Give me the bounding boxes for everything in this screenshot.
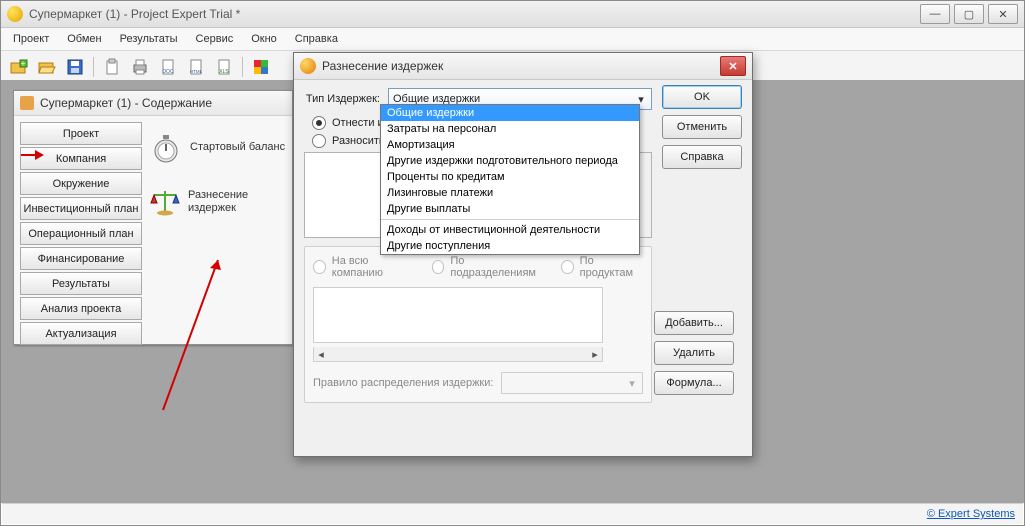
nav-analysis[interactable]: Анализ проекта	[20, 297, 142, 320]
content-window-icon	[20, 96, 34, 110]
dropdown-option[interactable]: Другие поступления	[381, 238, 639, 254]
puzzle-icon[interactable]	[249, 55, 273, 79]
cost-type-label: Тип Издержек:	[304, 93, 380, 105]
scope-company-label: На всю компанию	[332, 255, 414, 279]
dialog-titlebar: Разнесение издержек ✕	[294, 53, 752, 80]
menu-results[interactable]: Результаты	[112, 31, 186, 47]
doc-icon[interactable]: DOC	[156, 55, 180, 79]
clipboard-icon[interactable]	[100, 55, 124, 79]
cost-allocation-dialog: Разнесение издержек ✕ OK Отменить Справк…	[293, 52, 753, 457]
app-icon	[7, 6, 23, 22]
content-window-title-text: Супермаркет (1) - Содержание	[40, 96, 212, 110]
scope-products[interactable]: По продуктам	[561, 255, 643, 279]
scope-products-label: По продуктам	[580, 255, 643, 279]
svg-text:XLS: XLS	[219, 69, 229, 75]
menu-project[interactable]: Проект	[5, 31, 57, 47]
statusbar: © Expert Systems	[2, 503, 1023, 524]
nav-project[interactable]: Проект	[20, 122, 142, 145]
nav-results[interactable]: Результаты	[20, 272, 142, 295]
app-window: Супермаркет (1) - Project Expert Trial *…	[0, 0, 1025, 526]
h-scrollbar[interactable]: ◂ ▸	[313, 347, 603, 362]
titlebar: Супермаркет (1) - Project Expert Trial *…	[1, 1, 1024, 28]
help-button[interactable]: Справка	[662, 145, 742, 169]
menu-service[interactable]: Сервис	[188, 31, 242, 47]
dropdown-option[interactable]: Другие выплаты	[381, 201, 639, 217]
scales-icon	[148, 184, 182, 220]
xls-icon[interactable]: XLS	[212, 55, 236, 79]
rule-label: Правило распределения издержки:	[313, 377, 493, 389]
new-folder-icon[interactable]: +	[7, 55, 31, 79]
dialog-close-button[interactable]: ✕	[720, 56, 746, 76]
nav-actualization[interactable]: Актуализация	[20, 322, 142, 345]
dropdown-option[interactable]: Проценты по кредитам	[381, 169, 639, 185]
nav-investment-plan[interactable]: Инвестиционный план	[20, 197, 142, 220]
cancel-button[interactable]: Отменить	[662, 115, 742, 139]
svg-text:DOC: DOC	[162, 69, 174, 75]
svg-text:+: +	[21, 59, 26, 68]
open-folder-icon[interactable]	[35, 55, 59, 79]
chevron-down-icon: ▾	[624, 375, 640, 391]
nav-operational-plan[interactable]: Операционный план	[20, 222, 142, 245]
nav-financing[interactable]: Финансирование	[20, 247, 142, 270]
dropdown-option[interactable]: Общие издержки	[381, 105, 639, 121]
cost-type-dropdown[interactable]: Общие издержки Затраты на персонал Аморт…	[380, 104, 640, 255]
long-red-arrow-icon	[153, 250, 233, 420]
scroll-left-icon[interactable]: ◂	[314, 347, 328, 361]
dialog-title: Разнесение издержек	[322, 59, 720, 73]
scope-company[interactable]: На всю компанию	[313, 255, 414, 279]
dropdown-option[interactable]: Лизинговые платежи	[381, 185, 639, 201]
app-title: Супермаркет (1) - Project Expert Trial *	[29, 7, 920, 21]
add-button[interactable]: Добавить...	[654, 311, 734, 335]
radio-icon	[561, 260, 574, 274]
ok-button[interactable]: OK	[662, 85, 742, 109]
menu-exchange[interactable]: Обмен	[59, 31, 109, 47]
desc-start-balance-label: Стартовый баланс	[190, 141, 285, 154]
allocation-list[interactable]	[313, 287, 603, 343]
desc-cost-allocation-label: Разнесение издержек	[188, 189, 286, 215]
scope-divisions-label: По подразделениям	[450, 255, 543, 279]
radio-icon	[312, 116, 326, 130]
close-button[interactable]: ✕	[988, 4, 1018, 24]
delete-button[interactable]: Удалить	[654, 341, 734, 365]
menu-help[interactable]: Справка	[287, 31, 346, 47]
content-window-title: Супермаркет (1) - Содержание	[14, 91, 292, 116]
desc-cost-allocation[interactable]: Разнесение издержек	[148, 184, 286, 220]
copyright-link[interactable]: © Expert Systems	[927, 508, 1015, 520]
dropdown-option[interactable]: Доходы от инвестиционной деятельности	[381, 219, 639, 238]
menu-window[interactable]: Окно	[243, 31, 285, 47]
dropdown-option[interactable]: Другие издержки подготовительного период…	[381, 153, 639, 169]
dropdown-option[interactable]: Затраты на персонал	[381, 121, 639, 137]
nav-environment[interactable]: Окружение	[20, 172, 142, 195]
rule-combo[interactable]: ▾	[501, 372, 643, 394]
radio-icon	[312, 134, 326, 148]
menubar: Проект Обмен Результаты Сервис Окно Спра…	[1, 28, 1024, 51]
html-icon[interactable]: HTML	[184, 55, 208, 79]
print-icon[interactable]	[128, 55, 152, 79]
scroll-right-icon[interactable]: ▸	[588, 347, 602, 361]
maximize-button[interactable]: ▢	[954, 4, 984, 24]
save-icon[interactable]	[63, 55, 87, 79]
stopwatch-icon	[148, 130, 184, 166]
radio-icon	[313, 260, 326, 274]
svg-text:HTML: HTML	[190, 69, 203, 74]
allocation-panel: На всю компанию По подразделениям По про…	[304, 246, 652, 403]
mdi-client: Супермаркет (1) - Содержание Проект Комп…	[1, 80, 1024, 503]
scope-divisions[interactable]: По подразделениям	[432, 255, 543, 279]
dropdown-option[interactable]: Амортизация	[381, 137, 639, 153]
formula-button[interactable]: Формула...	[654, 371, 734, 395]
minimize-button[interactable]: —	[920, 4, 950, 24]
red-arrow-icon	[21, 150, 45, 160]
desc-start-balance[interactable]: Стартовый баланс	[148, 130, 286, 166]
radio-icon	[432, 260, 445, 274]
dialog-icon	[300, 58, 316, 74]
